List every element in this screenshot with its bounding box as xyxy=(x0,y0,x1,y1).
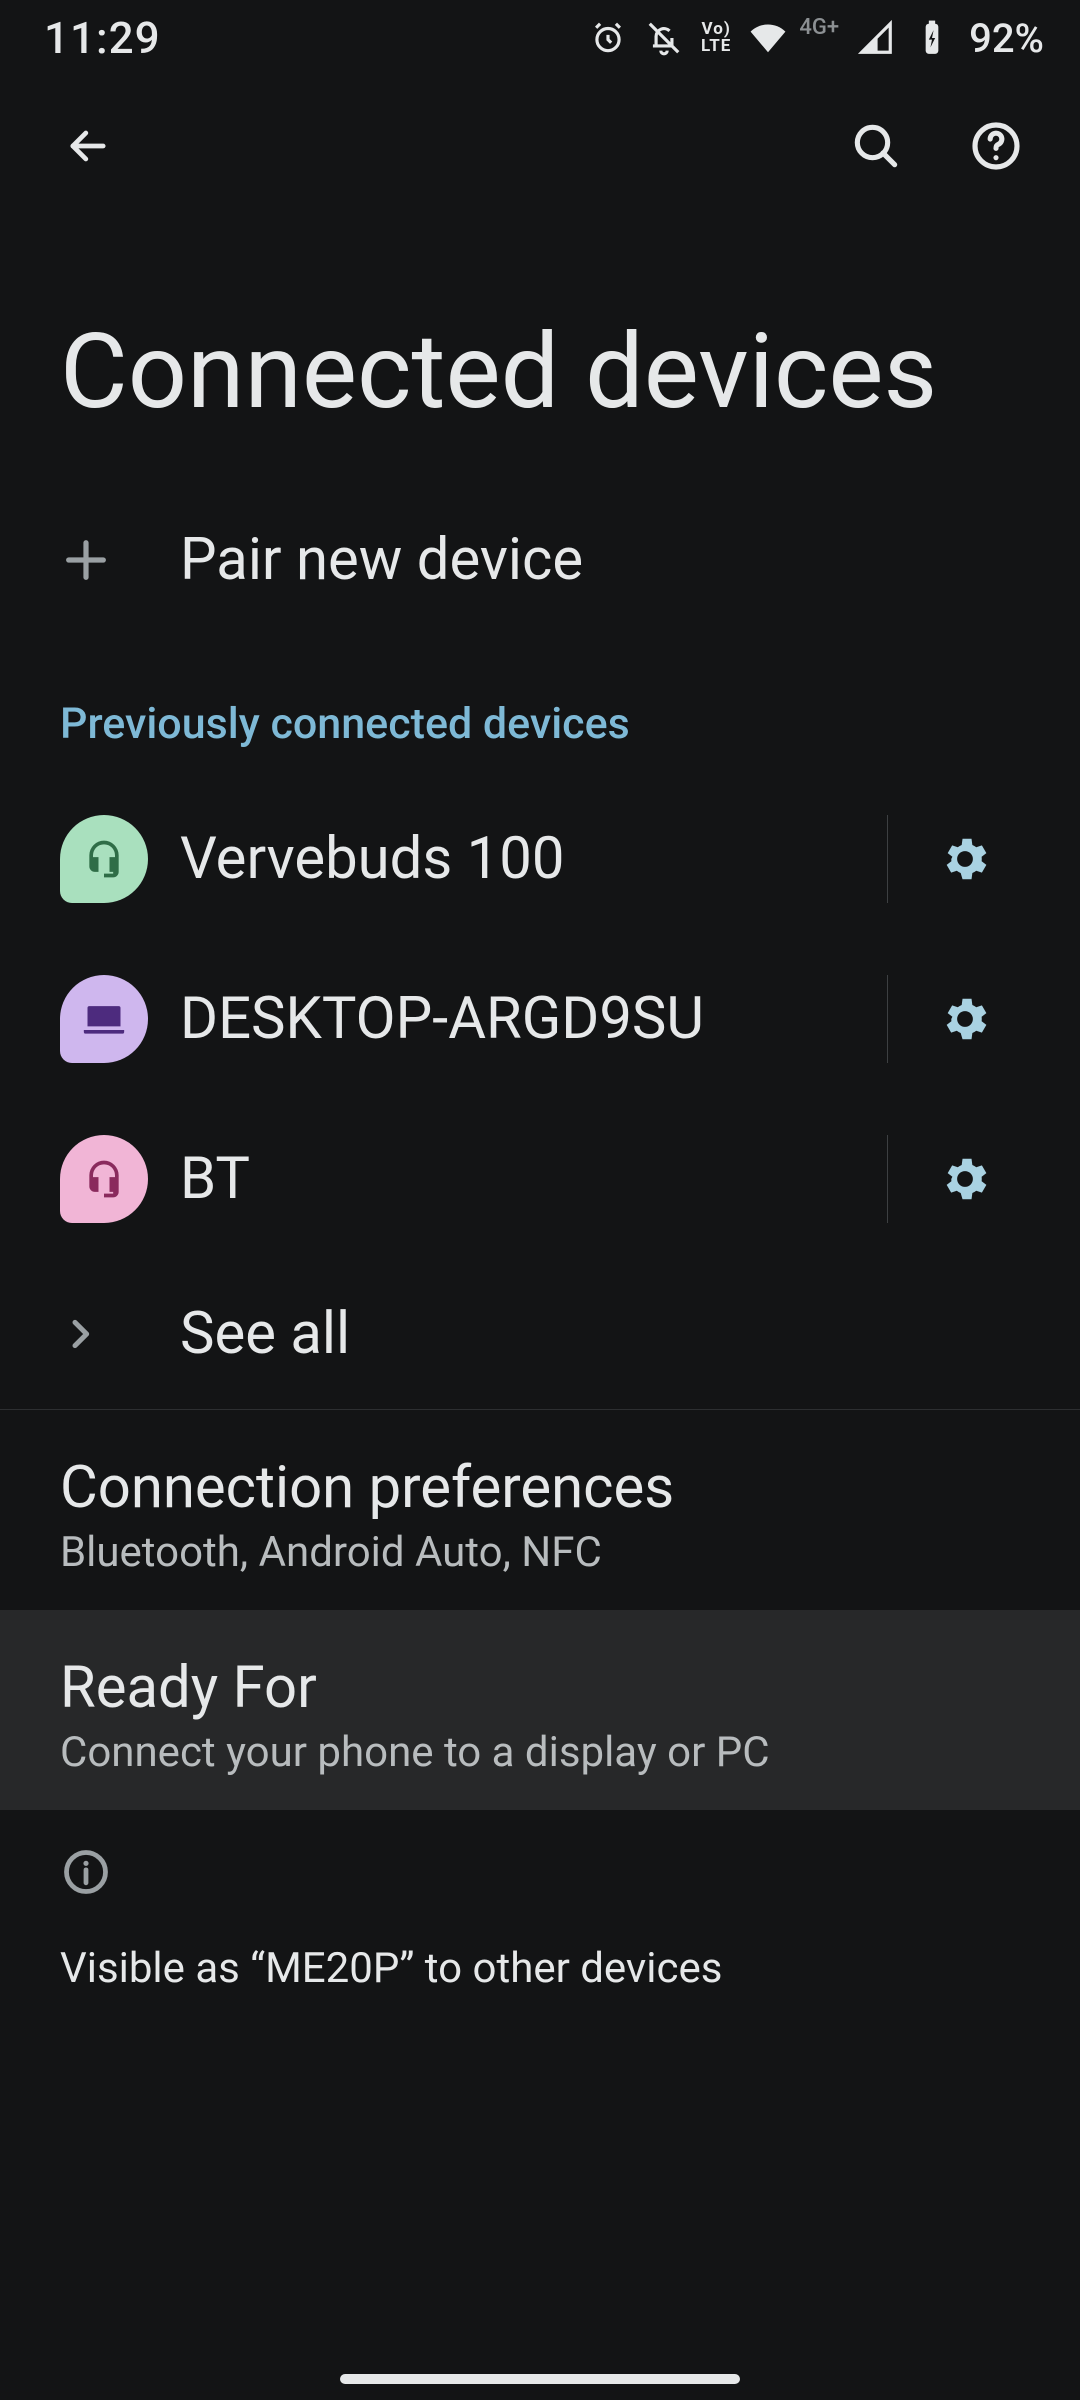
battery-charging-icon xyxy=(913,19,951,57)
pair-label: Pair new device xyxy=(180,526,1020,594)
ready-for-title: Ready For xyxy=(60,1654,1020,1722)
chevron-right-icon xyxy=(60,1314,100,1354)
ready-for-row[interactable]: Ready For Connect your phone to a displa… xyxy=(0,1610,1080,1810)
alarm-icon xyxy=(589,19,627,57)
see-all-row[interactable]: See all xyxy=(0,1259,1080,1409)
app-bar xyxy=(0,72,1080,192)
visibility-info-text: Visible as “ME20P” to other devices xyxy=(60,1944,1020,1993)
status-time: 11:29 xyxy=(44,12,161,64)
info-icon xyxy=(60,1846,1020,1898)
page-title: Connected devices xyxy=(0,192,1080,485)
status-bar: 11:29 Vo)LTE 4G+ 92% xyxy=(0,0,1080,72)
connection-preferences-title: Connection preferences xyxy=(60,1454,1020,1522)
device-settings-button[interactable] xyxy=(910,1152,1020,1206)
network-type-label: 4G+ xyxy=(799,15,839,40)
device-name: BT xyxy=(180,1145,887,1213)
volte-icon: Vo)LTE xyxy=(701,21,731,55)
search-button[interactable] xyxy=(828,98,924,194)
ready-for-subtitle: Connect your phone to a display or PC xyxy=(60,1728,1020,1777)
device-row[interactable]: Vervebuds 100 xyxy=(0,779,1080,939)
battery-percent: 92% xyxy=(969,15,1044,62)
divider-vertical xyxy=(887,815,888,903)
wifi-icon xyxy=(749,19,787,57)
device-avatar xyxy=(60,1135,148,1223)
device-row[interactable]: DESKTOP-ARGD9SU xyxy=(0,939,1080,1099)
device-settings-button[interactable] xyxy=(910,992,1020,1046)
divider-vertical xyxy=(887,1135,888,1223)
dnd-off-icon xyxy=(645,19,683,57)
device-settings-button[interactable] xyxy=(910,832,1020,886)
back-button[interactable] xyxy=(40,98,136,194)
section-label-previous: Previously connected devices xyxy=(0,635,1080,779)
device-avatar xyxy=(60,975,148,1063)
plus-icon xyxy=(60,534,112,586)
visibility-info-block: Visible as “ME20P” to other devices xyxy=(0,1846,1080,1993)
pair-new-device-row[interactable]: Pair new device xyxy=(0,485,1080,635)
see-all-label: See all xyxy=(180,1300,1020,1368)
connection-preferences-subtitle: Bluetooth, Android Auto, NFC xyxy=(60,1528,1020,1577)
cell-signal-icon xyxy=(857,19,895,57)
help-button[interactable] xyxy=(948,98,1044,194)
device-name: DESKTOP-ARGD9SU xyxy=(180,985,887,1053)
connection-preferences-row[interactable]: Connection preferences Bluetooth, Androi… xyxy=(0,1410,1080,1610)
divider-vertical xyxy=(887,975,888,1063)
status-right: Vo)LTE 4G+ 92% xyxy=(589,15,1044,62)
device-row[interactable]: BT xyxy=(0,1099,1080,1259)
device-name: Vervebuds 100 xyxy=(180,825,887,893)
gesture-nav-handle[interactable] xyxy=(340,2374,740,2384)
device-avatar xyxy=(60,815,148,903)
